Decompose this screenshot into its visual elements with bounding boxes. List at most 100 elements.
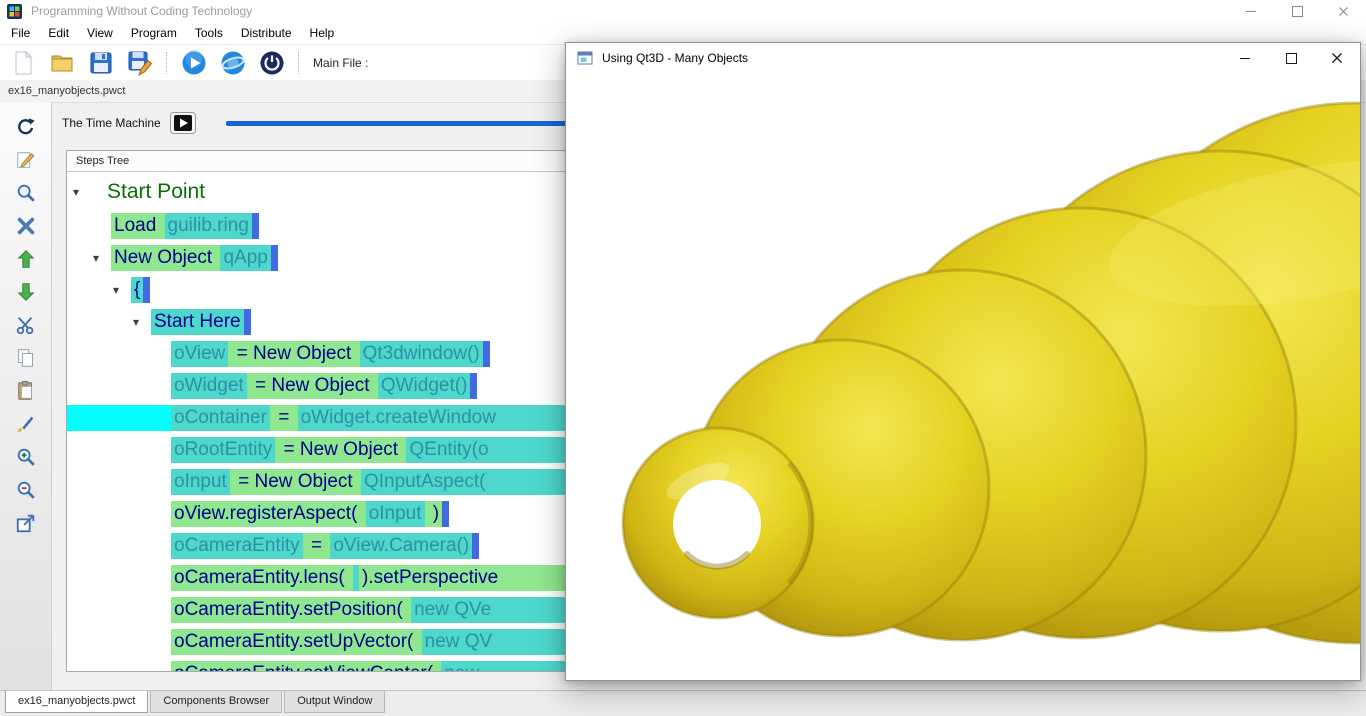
power-icon <box>259 50 285 76</box>
edit-button[interactable] <box>13 147 39 173</box>
open-folder-icon <box>49 50 75 76</box>
left-sidebar <box>0 102 52 690</box>
menu-item-program[interactable]: Program <box>122 22 186 44</box>
bottom-tab-bar: ex16_manyobjects.pwctComponents BrowserO… <box>0 690 1366 716</box>
zoom-out-button[interactable] <box>13 477 39 503</box>
new-file-button[interactable] <box>10 50 36 76</box>
main-window-title: Programming Without Coding Technology <box>31 4 252 18</box>
save-as-button[interactable] <box>127 50 153 76</box>
menu-item-help[interactable]: Help <box>301 22 344 44</box>
menu-item-edit[interactable]: Edit <box>39 22 78 44</box>
new-file-icon <box>10 50 36 76</box>
current-file-name: ex16_manyobjects.pwct <box>8 85 125 97</box>
collapse-arrow-icon[interactable]: ▾ <box>73 185 91 199</box>
qt3d-window-icon <box>577 50 593 66</box>
toolbar-separator <box>298 52 300 74</box>
menu-item-distribute[interactable]: Distribute <box>232 22 301 44</box>
qt3d-window-controls <box>1222 43 1360 73</box>
step-segment: Qt3dwindow() <box>360 341 483 367</box>
play-icon <box>170 112 196 134</box>
step-segment: oCameraEntity.setUpVector( <box>171 629 422 655</box>
torus-spiral-3d-render <box>566 73 1360 680</box>
step-segment: = <box>303 533 331 559</box>
save-icon <box>88 50 114 76</box>
move-up-button[interactable] <box>13 246 39 272</box>
zoom-in-button[interactable] <box>13 444 39 470</box>
step-end-bar <box>143 277 150 303</box>
minimize-icon <box>1246 11 1256 12</box>
menu-item-tools[interactable]: Tools <box>186 22 232 44</box>
qt3d-close-button[interactable] <box>1314 43 1360 73</box>
step-segment: = New Object <box>275 437 406 463</box>
run-gui-button[interactable] <box>220 50 246 76</box>
qt3d-titlebar[interactable]: Using Qt3D - Many Objects <box>566 43 1360 73</box>
root-step-label: Start Point <box>107 180 205 204</box>
run-button[interactable] <box>181 50 207 76</box>
step-end-bar <box>244 309 251 335</box>
open-file-button[interactable] <box>49 50 75 76</box>
step-segment: = New Object <box>228 341 359 367</box>
search-button[interactable] <box>13 180 39 206</box>
time-machine-play-button[interactable] <box>170 112 196 134</box>
refresh-button[interactable] <box>13 114 39 140</box>
brush-icon <box>15 413 37 435</box>
menu-item-file[interactable]: File <box>2 22 39 44</box>
step-segment: Load <box>111 213 165 239</box>
step-end-bar <box>483 341 490 367</box>
bottom-tab-ex16-manyobjects-pwct[interactable]: ex16_manyobjects.pwct <box>5 691 148 713</box>
refresh-icon <box>15 116 37 138</box>
cut-button[interactable] <box>13 312 39 338</box>
delete-button[interactable] <box>13 213 39 239</box>
step-end-bar <box>472 533 479 559</box>
toolbar-separator <box>166 52 168 74</box>
qt3d-viewport[interactable] <box>566 73 1360 680</box>
power-button[interactable] <box>259 50 285 76</box>
qt3d-maximize-button[interactable] <box>1268 43 1314 73</box>
maximize-button[interactable] <box>1274 0 1320 22</box>
copy-button[interactable] <box>13 345 39 371</box>
pwct-app-icon <box>7 4 22 19</box>
paste-icon <box>15 380 37 402</box>
step-segment: qApp <box>220 245 270 271</box>
step-segment: QWidget() <box>378 373 471 399</box>
collapse-arrow-icon[interactable]: ▾ <box>113 283 131 297</box>
minimize-button[interactable] <box>1228 0 1274 22</box>
close-icon <box>1338 6 1349 17</box>
qt3d-minimize-button[interactable] <box>1222 43 1268 73</box>
edit-icon <box>15 149 37 171</box>
export-icon <box>15 512 37 534</box>
step-segment: oInput <box>366 501 425 527</box>
export-button[interactable] <box>13 510 39 536</box>
step-segment: guilib.ring <box>165 213 252 239</box>
qt3d-window: Using Qt3D - Many Objects <box>565 42 1361 681</box>
step-segment: { <box>131 277 143 303</box>
step-segment: ) <box>425 501 443 527</box>
format-button[interactable] <box>13 411 39 437</box>
bottom-tab-components-browser[interactable]: Components Browser <box>150 691 282 713</box>
step-segment: oCameraEntity <box>171 533 303 559</box>
save-button[interactable] <box>88 50 114 76</box>
run-gui-icon <box>220 50 246 76</box>
step-end-bar <box>271 245 278 271</box>
menu-item-view[interactable]: View <box>78 22 122 44</box>
close-button[interactable] <box>1320 0 1366 22</box>
collapse-arrow-icon[interactable]: ▾ <box>133 315 151 329</box>
step-segment: = New Object <box>247 373 378 399</box>
step-segment: oView.registerAspect( <box>171 501 366 527</box>
step-segment: oCameraEntity.setPosition( <box>171 597 411 623</box>
move-up-icon <box>15 248 37 270</box>
collapse-arrow-icon[interactable]: ▾ <box>93 251 111 265</box>
screen: Programming Without Coding Technology Fi… <box>0 0 1366 716</box>
qt3d-window-title: Using Qt3D - Many Objects <box>602 51 748 65</box>
steps-tree-title: Steps Tree <box>76 155 129 167</box>
paste-button[interactable] <box>13 378 39 404</box>
copy-icon <box>15 347 37 369</box>
maximize-icon <box>1286 53 1297 64</box>
bottom-tab-output-window[interactable]: Output Window <box>284 691 385 713</box>
zoom-out-icon <box>15 479 37 501</box>
move-down-button[interactable] <box>13 279 39 305</box>
close-icon <box>1331 52 1343 64</box>
step-segment: = <box>270 405 298 431</box>
step-segment: oCameraEntity.setViewCenter( <box>171 661 441 671</box>
search-icon <box>15 182 37 204</box>
